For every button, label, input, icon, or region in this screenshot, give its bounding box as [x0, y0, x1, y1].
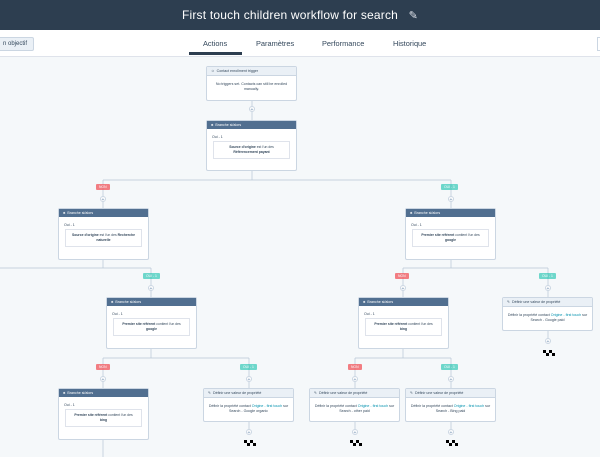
non-badge: NON: [96, 364, 110, 370]
add-action-button[interactable]: +: [448, 429, 454, 436]
add-action-button[interactable]: +: [448, 376, 454, 383]
edit-icon: ✎: [208, 391, 212, 395]
set-property-card-4[interactable]: ✎ Définir une valeur de propriété Définir…: [405, 388, 496, 422]
enrollment-trigger-card[interactable]: ☺ Contact enrollment trigger No triggers …: [206, 66, 297, 101]
oui-badge: OUI - 1: [240, 364, 257, 370]
add-action-button[interactable]: +: [545, 285, 551, 292]
branch-icon: ♣: [363, 300, 366, 304]
user-icon: ☺: [211, 69, 215, 73]
branch-condition: Source d'origine est l'un des Référenceme…: [213, 141, 290, 159]
branch-card-3[interactable]: ♣ Branche si/alors Oui - 1 Premier site r…: [405, 208, 496, 260]
branch-condition: Premier site référent contient l'un des g…: [412, 229, 489, 247]
non-badge: NON: [395, 273, 409, 279]
set-property-card-2[interactable]: ✎ Définir une valeur de propriété Définir…: [203, 388, 294, 422]
edit-icon: ✎: [410, 391, 414, 395]
add-action-button[interactable]: +: [400, 285, 406, 292]
branch-card-2[interactable]: ♣ Branche si/alors Oui - 1 Source d'origi…: [58, 208, 149, 260]
add-action-button[interactable]: +: [100, 196, 106, 203]
oui-badge: OUI - 1: [143, 273, 160, 279]
end-flag-icon: [350, 440, 362, 447]
branch-card-4[interactable]: ♣ Branche si/alors Oui - 1 Premier site r…: [106, 297, 197, 349]
set-property-card-1[interactable]: ✎ Définir une valeur de propriété Définir…: [502, 297, 593, 331]
add-action-button[interactable]: +: [246, 429, 252, 436]
trigger-text: No triggers set. Contacts can still be e…: [215, 82, 288, 91]
branch-icon: ♣: [63, 211, 66, 215]
branch-icon: ♣: [211, 123, 214, 127]
oui-badge: OUI - 1: [441, 184, 458, 190]
add-action-button[interactable]: +: [448, 196, 454, 203]
branch-icon: ♣: [63, 391, 66, 395]
add-action-button[interactable]: +: [249, 106, 255, 113]
branch-condition: Source d'origine est l'un des Recherche …: [65, 229, 142, 247]
add-action-button[interactable]: +: [246, 376, 252, 383]
add-action-button[interactable]: +: [545, 338, 551, 345]
add-action-button[interactable]: +: [100, 376, 106, 383]
end-flag-icon: [446, 440, 458, 447]
end-flag-icon: [543, 350, 555, 357]
set-property-text: Définir la propriété contact Origine - f…: [410, 404, 491, 413]
branch-icon: ♣: [111, 300, 114, 304]
non-badge: NON: [348, 364, 362, 370]
end-flag-icon: [244, 440, 256, 447]
set-property-text: Définir la propriété contact Origine - f…: [314, 404, 395, 413]
oui-badge: OUI - 1: [539, 273, 556, 279]
branch-icon: ♣: [410, 211, 413, 215]
branch-condition: Premier site référent contient l'un des g…: [113, 318, 190, 336]
add-action-button[interactable]: +: [352, 429, 358, 436]
branch-card-5[interactable]: ♣ Branche si/alors Oui - 1 Premier site r…: [358, 297, 449, 349]
add-action-button[interactable]: +: [352, 376, 358, 383]
set-property-card-3[interactable]: ✎ Définir une valeur de propriété Définir…: [309, 388, 400, 422]
branch-card-1[interactable]: ♣ Branche si/alors Oui - 1 Source d'origi…: [206, 120, 297, 171]
branch-condition: Premier site référent contient l'un des b…: [365, 318, 442, 336]
set-property-text: Définir la propriété contact Origine - f…: [507, 313, 588, 322]
oui-badge: OUI - 1: [441, 364, 458, 370]
branch-card-6[interactable]: ♣ Branche si/alors Oui - 1 Premier site r…: [58, 388, 149, 440]
edit-icon: ✎: [507, 300, 511, 304]
edit-icon: ✎: [314, 391, 318, 395]
non-badge: NON: [96, 184, 110, 190]
set-property-text: Définir la propriété contact Origine - f…: [208, 404, 289, 413]
branch-condition: Premier site référent contient l'un des b…: [65, 409, 142, 427]
add-action-button[interactable]: +: [148, 285, 154, 292]
